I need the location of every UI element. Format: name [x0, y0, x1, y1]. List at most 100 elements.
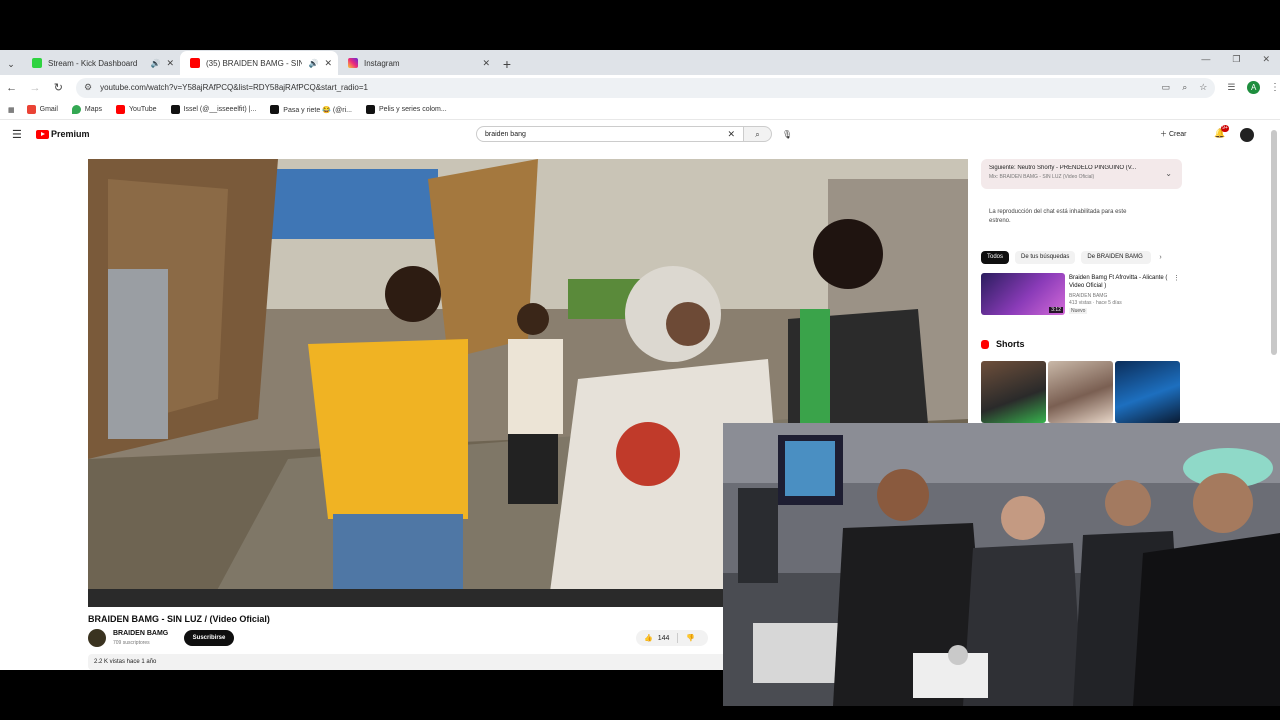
maps-icon	[71, 105, 81, 114]
short-thumbnail[interactable]	[1048, 361, 1113, 423]
tab-instagram[interactable]: Instagram ✕	[338, 51, 496, 75]
bookmark-label: Issel (@__isseeelfit) |...	[183, 106, 257, 113]
new-tab-button[interactable]: +	[496, 53, 518, 75]
menu-icon[interactable]: ☰	[12, 128, 22, 141]
like-count[interactable]: 144	[658, 635, 670, 642]
video-title: BRAIDEN BAMG - SIN LUZ / (Video Oficial)	[88, 614, 270, 624]
browser-menu-icon[interactable]: ⋮	[1270, 82, 1280, 93]
like-icon[interactable]: 👍	[644, 634, 653, 642]
next-video-sub: Mix: BRAIDEN BAMG - SIN LUZ (Video Ofici…	[989, 174, 1095, 180]
youtube-icon	[116, 105, 126, 114]
webcam-scene	[723, 423, 1280, 706]
browser-tab-strip: ⌄ Stream - Kick Dashboard 🔊 ✕ (35) BRAID…	[0, 50, 1280, 75]
chevron-right-icon[interactable]: ›	[1159, 254, 1161, 261]
media-control-icon[interactable]: ☰	[1227, 82, 1235, 93]
back-icon[interactable]: ←	[0, 82, 23, 94]
create-label: Crear	[1168, 131, 1187, 138]
chip-todos[interactable]: Todos	[981, 251, 1010, 264]
clear-search-icon[interactable]: ✕	[727, 129, 735, 140]
bookmark-tiktok-issel[interactable]: Issel (@__isseeelfit) |...	[170, 105, 257, 114]
account-avatar[interactable]	[1240, 128, 1254, 142]
speaker-icon[interactable]: 🔊	[150, 59, 160, 68]
recommended-video[interactable]: 3:12 Braiden Bamg Ft Afrovitta - Alicant…	[981, 273, 1182, 315]
channel-avatar[interactable]	[88, 629, 106, 647]
bookmarks-bar: ▦ Gmail Maps YouTube Issel (@__isseeelfi…	[0, 100, 1280, 120]
like-dislike-group: 👍 144 👎	[636, 630, 708, 646]
profile-avatar[interactable]: A	[1247, 81, 1261, 94]
logo-text: Premium	[51, 129, 90, 139]
bookmark-maps[interactable]: Maps	[71, 105, 103, 114]
maximize-icon[interactable]: ❐	[1232, 54, 1240, 65]
bookmark-label: Gmail	[39, 106, 58, 113]
close-tab-icon[interactable]: ✕	[166, 58, 174, 69]
close-window-icon[interactable]: ✕	[1262, 54, 1270, 65]
search-value: braiden bang	[485, 130, 526, 138]
next-video-title: Siguiente: Neutro Shorty - PRÉNDELO PING…	[989, 165, 1137, 171]
video-description-box[interactable]: 2.2 K vistas hace 1 año	[88, 654, 728, 670]
tab-title: (35) BRAIDEN BAMG - SIN LUZ	[206, 58, 303, 68]
screen: ⌄ Stream - Kick Dashboard 🔊 ✕ (35) BRAID…	[0, 0, 1280, 720]
chip-searches[interactable]: De tus búsquedas	[1015, 251, 1076, 264]
gmail-icon	[26, 105, 36, 114]
close-tab-icon[interactable]: ✕	[324, 58, 332, 69]
tab-search-icon[interactable]: ⌄	[0, 53, 22, 75]
shorts-label: Shorts	[996, 339, 1025, 349]
tab-title: Instagram	[364, 58, 400, 68]
filter-chips: Todos De tus búsquedas De BRAIDEN BAMG ›	[981, 251, 1162, 264]
tab-youtube[interactable]: (35) BRAIDEN BAMG - SIN LUZ 🔊 ✕	[180, 51, 338, 75]
zoom-icon[interactable]: ⌕	[1182, 82, 1187, 93]
speaker-icon[interactable]: 🔊	[308, 59, 318, 68]
bookmark-label: YouTube	[129, 106, 157, 113]
bookmark-label: Pelis y series colom...	[379, 106, 447, 113]
microphone-icon[interactable]: 🎙	[782, 130, 792, 139]
more-options-icon[interactable]: ⋮	[1173, 274, 1180, 282]
chat-disabled-note: La reproducción del chat está inhabilita…	[989, 209, 1127, 224]
forward-icon[interactable]: →	[23, 82, 46, 94]
notifications-badge: 9+	[1221, 125, 1229, 132]
dislike-icon[interactable]: 👎	[686, 634, 695, 642]
tiktok-icon	[270, 105, 280, 114]
bookmark-label: Maps	[84, 106, 103, 113]
url-text[interactable]: youtube.com/watch?v=Y58ajRAfPCQ&list=RDY…	[100, 83, 1150, 92]
bookmark-gmail[interactable]: Gmail	[26, 105, 58, 114]
create-button[interactable]: ＋ Crear	[1160, 129, 1186, 139]
short-thumbnail[interactable]	[1115, 361, 1180, 423]
bookmark-label: Pasa y riete 😂 (@ri...	[283, 106, 353, 114]
bookmark-youtube[interactable]: YouTube	[116, 105, 157, 114]
webcam-overlay	[723, 423, 1280, 706]
instagram-favicon-icon	[348, 58, 358, 68]
apps-grid-icon[interactable]: ▦	[8, 106, 15, 114]
subscriber-count: 709 suscriptores	[113, 640, 150, 646]
install-app-icon[interactable]: ▭	[1162, 82, 1171, 93]
search-input[interactable]: braiden bang ✕	[476, 126, 744, 142]
kick-favicon-icon	[32, 58, 42, 68]
tab-kick-dashboard[interactable]: Stream - Kick Dashboard 🔊 ✕	[22, 51, 180, 75]
short-thumbnail[interactable]	[981, 361, 1046, 423]
views-line: 2.2 K vistas hace 1 año	[94, 659, 157, 665]
close-tab-icon[interactable]: ✕	[482, 58, 490, 69]
video-thumbnail[interactable]: 3:12	[981, 273, 1065, 315]
site-info-icon[interactable]: ⚙	[84, 82, 92, 93]
bookmark-tiktok-pasa[interactable]: Pasa y riete 😂 (@ri...	[270, 105, 352, 114]
search-button[interactable]: ⌕	[744, 126, 772, 142]
rec-title[interactable]: Braiden Bamg Ft Afrovitta - Alicante ( V…	[1069, 274, 1169, 290]
up-next-box[interactable]: Siguiente: Neutro Shorty - PRÉNDELO PING…	[981, 159, 1182, 189]
rec-meta: 413 vistas · hace 5 días	[1069, 300, 1122, 306]
window-controls: — ❐ ✕	[1201, 54, 1270, 65]
subscribe-button[interactable]: Suscribirse	[184, 630, 234, 646]
address-bar[interactable]: ⚙ youtube.com/watch?v=Y58ajRAfPCQ&list=R…	[75, 77, 1216, 98]
bookmark-star-icon[interactable]: ☆	[1199, 82, 1207, 93]
chevron-down-icon[interactable]: ⌄	[1165, 169, 1172, 178]
youtube-header: ☰ Premium braiden bang ✕ ⌕ 🎙 ＋ Crear 🔔 9…	[0, 120, 1280, 150]
search-bar: braiden bang ✕ ⌕ 🎙	[476, 126, 792, 142]
tiktok-icon	[170, 105, 180, 114]
page-scrollbar[interactable]	[1271, 130, 1277, 355]
channel-name[interactable]: BRAIDEN BAMG	[113, 630, 168, 637]
youtube-logo[interactable]: Premium	[36, 129, 90, 139]
shorts-header: Shorts	[981, 339, 1025, 349]
shorts-icon	[981, 339, 989, 349]
chip-channel[interactable]: De BRAIDEN BAMG	[1081, 251, 1152, 264]
minimize-icon[interactable]: —	[1201, 54, 1210, 65]
bookmark-tiktok-pelis[interactable]: Pelis y series colom...	[366, 105, 447, 114]
reload-icon[interactable]: ↻	[47, 81, 70, 94]
